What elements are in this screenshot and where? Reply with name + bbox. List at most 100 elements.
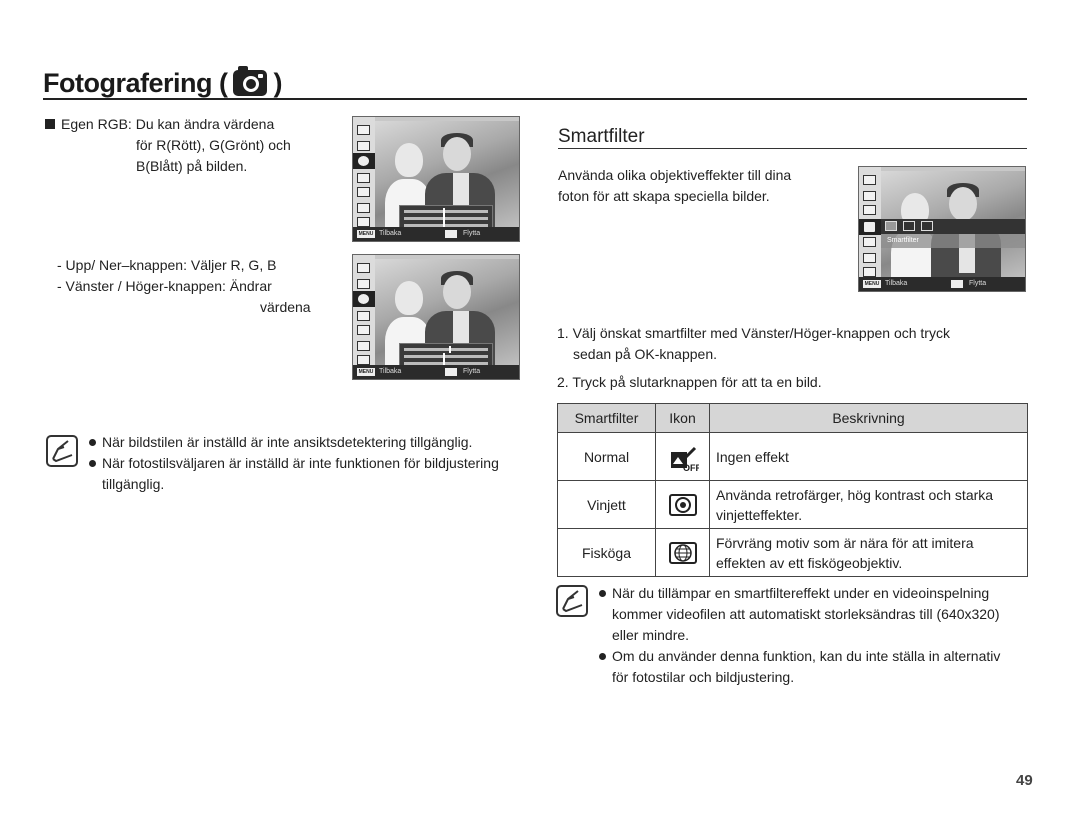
image-adjust-icon <box>863 237 876 247</box>
filter-icon-cell <box>655 480 710 529</box>
page-title-suffix: ) <box>273 68 282 98</box>
smartfilter-table: Smartfilter Ikon Beskrivning Normal OFF … <box>557 403 1028 577</box>
camera-screen-rgb-2: MENU Tilbaka Flytta <box>352 254 520 380</box>
note-item: När du tillämpar en smartfiltereffekt un… <box>598 583 1028 646</box>
back-label: Tilbaka <box>885 280 908 287</box>
vignette-icon <box>903 221 915 231</box>
normal-off-icon <box>885 221 897 231</box>
section-title: Smartfilter <box>558 126 645 147</box>
smartfilter-icon <box>859 219 881 235</box>
move-label: Flytta <box>969 280 987 287</box>
column-header: Smartfilter <box>557 403 656 433</box>
filter-description: Ingen effekt <box>709 432 1028 481</box>
exposure-icon <box>357 141 370 151</box>
menu-key-icon: MENU <box>863 280 881 288</box>
note-pencil-icon <box>46 435 78 467</box>
photo-style-icon <box>863 205 876 215</box>
frame-icon <box>357 355 370 365</box>
instruction-line: - Upp/ Ner–knappen: Väljer R, G, B <box>57 257 277 273</box>
rgb-instructions: - Upp/ Ner–knappen: Väljer R, G, B - Vän… <box>57 255 311 318</box>
rgb-slider-g <box>404 353 488 360</box>
intro-line: foton för att skapa speciella bilder. <box>558 188 770 204</box>
frame-icon <box>863 267 876 277</box>
filter-description: Använda retrofärger, hög kontrast och st… <box>709 480 1028 529</box>
image-adjust-icon <box>357 325 370 335</box>
note-line: kommer videofilen att automatiskt storle… <box>612 606 1000 622</box>
shooting-mode-icon <box>357 125 370 135</box>
table-row: Fisköga Förvräng motiv som är nära för a… <box>557 528 1028 577</box>
description-line: Ingen effekt <box>716 448 789 465</box>
step-number: 2. <box>557 374 569 390</box>
face-detect-icon <box>357 341 370 351</box>
description-line: effekten av ett fiskögeobjektiv. <box>716 554 903 571</box>
camera-menu-sidebar <box>353 117 375 227</box>
note-line: för fotostilar och bildjustering. <box>612 669 795 685</box>
back-label: Tilbaka <box>379 230 402 237</box>
dpad-icon <box>445 368 457 376</box>
table-row: Normal OFF Ingen effekt <box>557 432 1028 481</box>
move-label: Flytta <box>463 368 481 375</box>
rgb-adjust-panel <box>399 343 493 367</box>
steps-list: 1. Välj önskat smartfilter med Vänster/H… <box>557 323 1027 393</box>
column-header: Beskrivning <box>709 403 1028 433</box>
note-item: Om du använder denna funktion, kan du in… <box>598 646 1028 688</box>
move-label: Flytta <box>463 230 481 237</box>
step-text: Tryck på slutarknappen för att ta en bil… <box>572 374 822 390</box>
camera-menu-sidebar <box>859 167 881 277</box>
page-title: Fotografering ( ) <box>43 65 282 99</box>
instruction-line: värdena <box>260 299 311 315</box>
smartfilter-icon <box>357 311 370 321</box>
egen-rgb-line: B(Blått) på bilden. <box>136 158 248 174</box>
step-text: Välj önskat smartfilter med Vänster/Höge… <box>572 325 950 341</box>
vignette-icon <box>668 493 697 516</box>
intro-line: Använda olika objektiveffekter till dina <box>558 167 792 183</box>
step-item: 1. Välj önskat smartfilter med Vänster/H… <box>557 323 1027 344</box>
smartfilter-label: Smartfilter <box>881 234 1025 248</box>
filter-name: Normal <box>557 432 656 481</box>
egen-rgb-description: Egen RGB: Du kan ändra värdena för R(Röt… <box>45 114 291 177</box>
description-line: Använda retrofärger, hög kontrast och st… <box>716 486 994 503</box>
note-line: När du tillämpar en smartfiltereffekt un… <box>612 585 990 601</box>
normal-off-icon: OFF <box>669 446 701 473</box>
fisheye-icon <box>921 221 933 231</box>
note-line: eller mindre. <box>612 627 690 643</box>
step-number: 1. <box>557 325 569 341</box>
title-rule <box>43 98 1027 100</box>
note-line: Om du använder denna funktion, kan du in… <box>612 648 1001 664</box>
rgb-slider-r <box>404 346 488 353</box>
frame-icon <box>357 217 370 227</box>
description-line: vinjetteffekter. <box>716 506 803 523</box>
left-notes: När bildstilen är inställd är inte ansik… <box>88 432 528 495</box>
image-adjust-icon <box>357 187 370 197</box>
svg-text:OFF: OFF <box>683 463 699 472</box>
camera-screen-smartfilter: Smartfilter MENU Tilbaka Flytta <box>858 166 1026 292</box>
egen-rgb-line: för R(Rött), G(Grönt) och <box>136 137 291 153</box>
shooting-mode-icon <box>357 263 370 273</box>
instruction-line: - Vänster / Höger-knappen: Ändrar <box>57 278 272 294</box>
smartfilter-intro: Använda olika objektiveffekter till dina… <box>558 165 791 207</box>
camera-menu-sidebar <box>353 255 375 365</box>
screen-bottom-bar: MENU Tilbaka Flytta <box>353 365 519 379</box>
description-line: Förvräng motiv som är nära för att imite… <box>716 534 974 551</box>
smartfilter-icon <box>357 173 370 183</box>
filter-name: Vinjett <box>557 480 656 529</box>
menu-key-icon: MENU <box>357 230 375 238</box>
rgb-slider-g <box>404 215 488 222</box>
camera-icon <box>233 65 268 96</box>
screen-bottom-bar: MENU Tilbaka Flytta <box>859 277 1025 291</box>
face-detect-icon <box>357 203 370 213</box>
dpad-icon <box>951 280 963 288</box>
egen-rgb-line: Du kan ändra värdena <box>135 116 275 132</box>
smartfilter-options-bar <box>881 219 1025 234</box>
page-title-prefix: Fotografering ( <box>43 68 228 98</box>
egen-rgb-label: Egen RGB: <box>61 116 132 132</box>
rgb-adjust-panel <box>399 205 493 229</box>
screen-bottom-bar: MENU Tilbaka Flytta <box>353 227 519 241</box>
rgb-slider-r <box>404 208 488 215</box>
column-header: Ikon <box>655 403 710 433</box>
face-detect-icon <box>863 253 876 263</box>
note-pencil-icon <box>556 585 588 617</box>
section-rule <box>558 148 1027 149</box>
fisheye-icon <box>668 541 697 564</box>
exposure-icon <box>863 191 876 201</box>
